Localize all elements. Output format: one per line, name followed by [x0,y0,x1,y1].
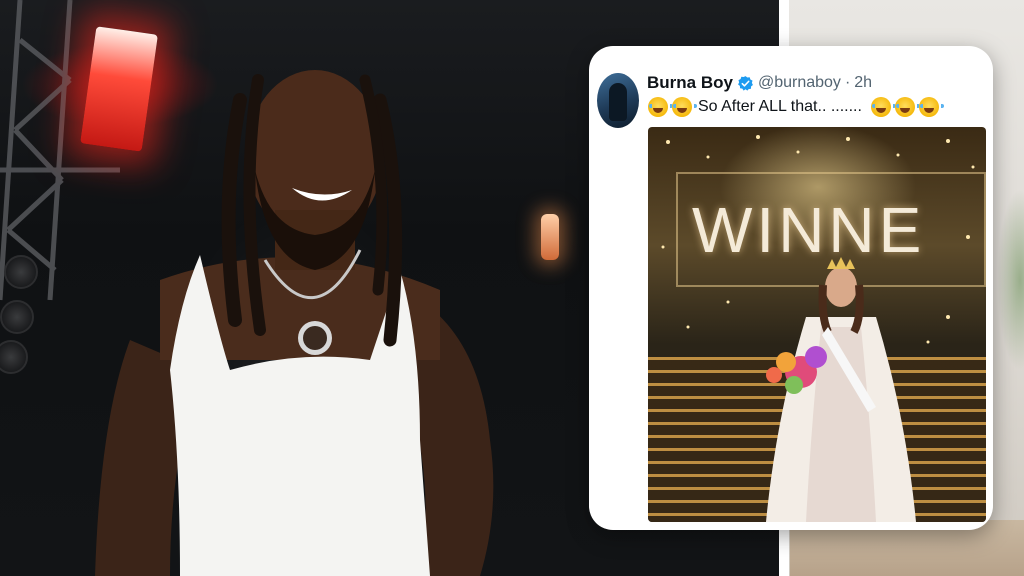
face-with-tears-of-joy-icon [894,97,920,117]
timestamp[interactable]: 2h [854,74,872,92]
speaker [4,255,38,289]
display-name[interactable]: Burna Boy [647,73,733,93]
warm-stage-light [541,214,559,260]
tweet-body: So After ALL that.. ....... [698,98,862,115]
winner-banner-text: WINNE [692,194,926,266]
tweet-card[interactable]: Burna Boy @burnaboy · 2h So After ALL th… [589,46,993,530]
handle[interactable]: @burnaboy [758,74,841,92]
tweet-header: Burna Boy @burnaboy · 2h [647,72,872,94]
face-with-tears-of-joy-icon [870,97,896,117]
plant-decor [990,140,1024,420]
verified-badge-icon [738,75,753,91]
avatar-figure [609,83,627,121]
tweet-text: So After ALL that.. ....... [647,95,944,119]
tweet-media-image[interactable]: WINNE [648,127,986,522]
speaker [0,300,34,334]
face-with-tears-of-joy-icon [672,97,697,117]
face-with-tears-of-joy-icon [918,97,944,117]
pageant-winner-figure [766,257,916,522]
performer-figure [95,70,494,576]
face-with-tears-of-joy-icon [648,97,673,117]
separator: · [844,74,851,91]
avatar[interactable] [597,73,639,128]
